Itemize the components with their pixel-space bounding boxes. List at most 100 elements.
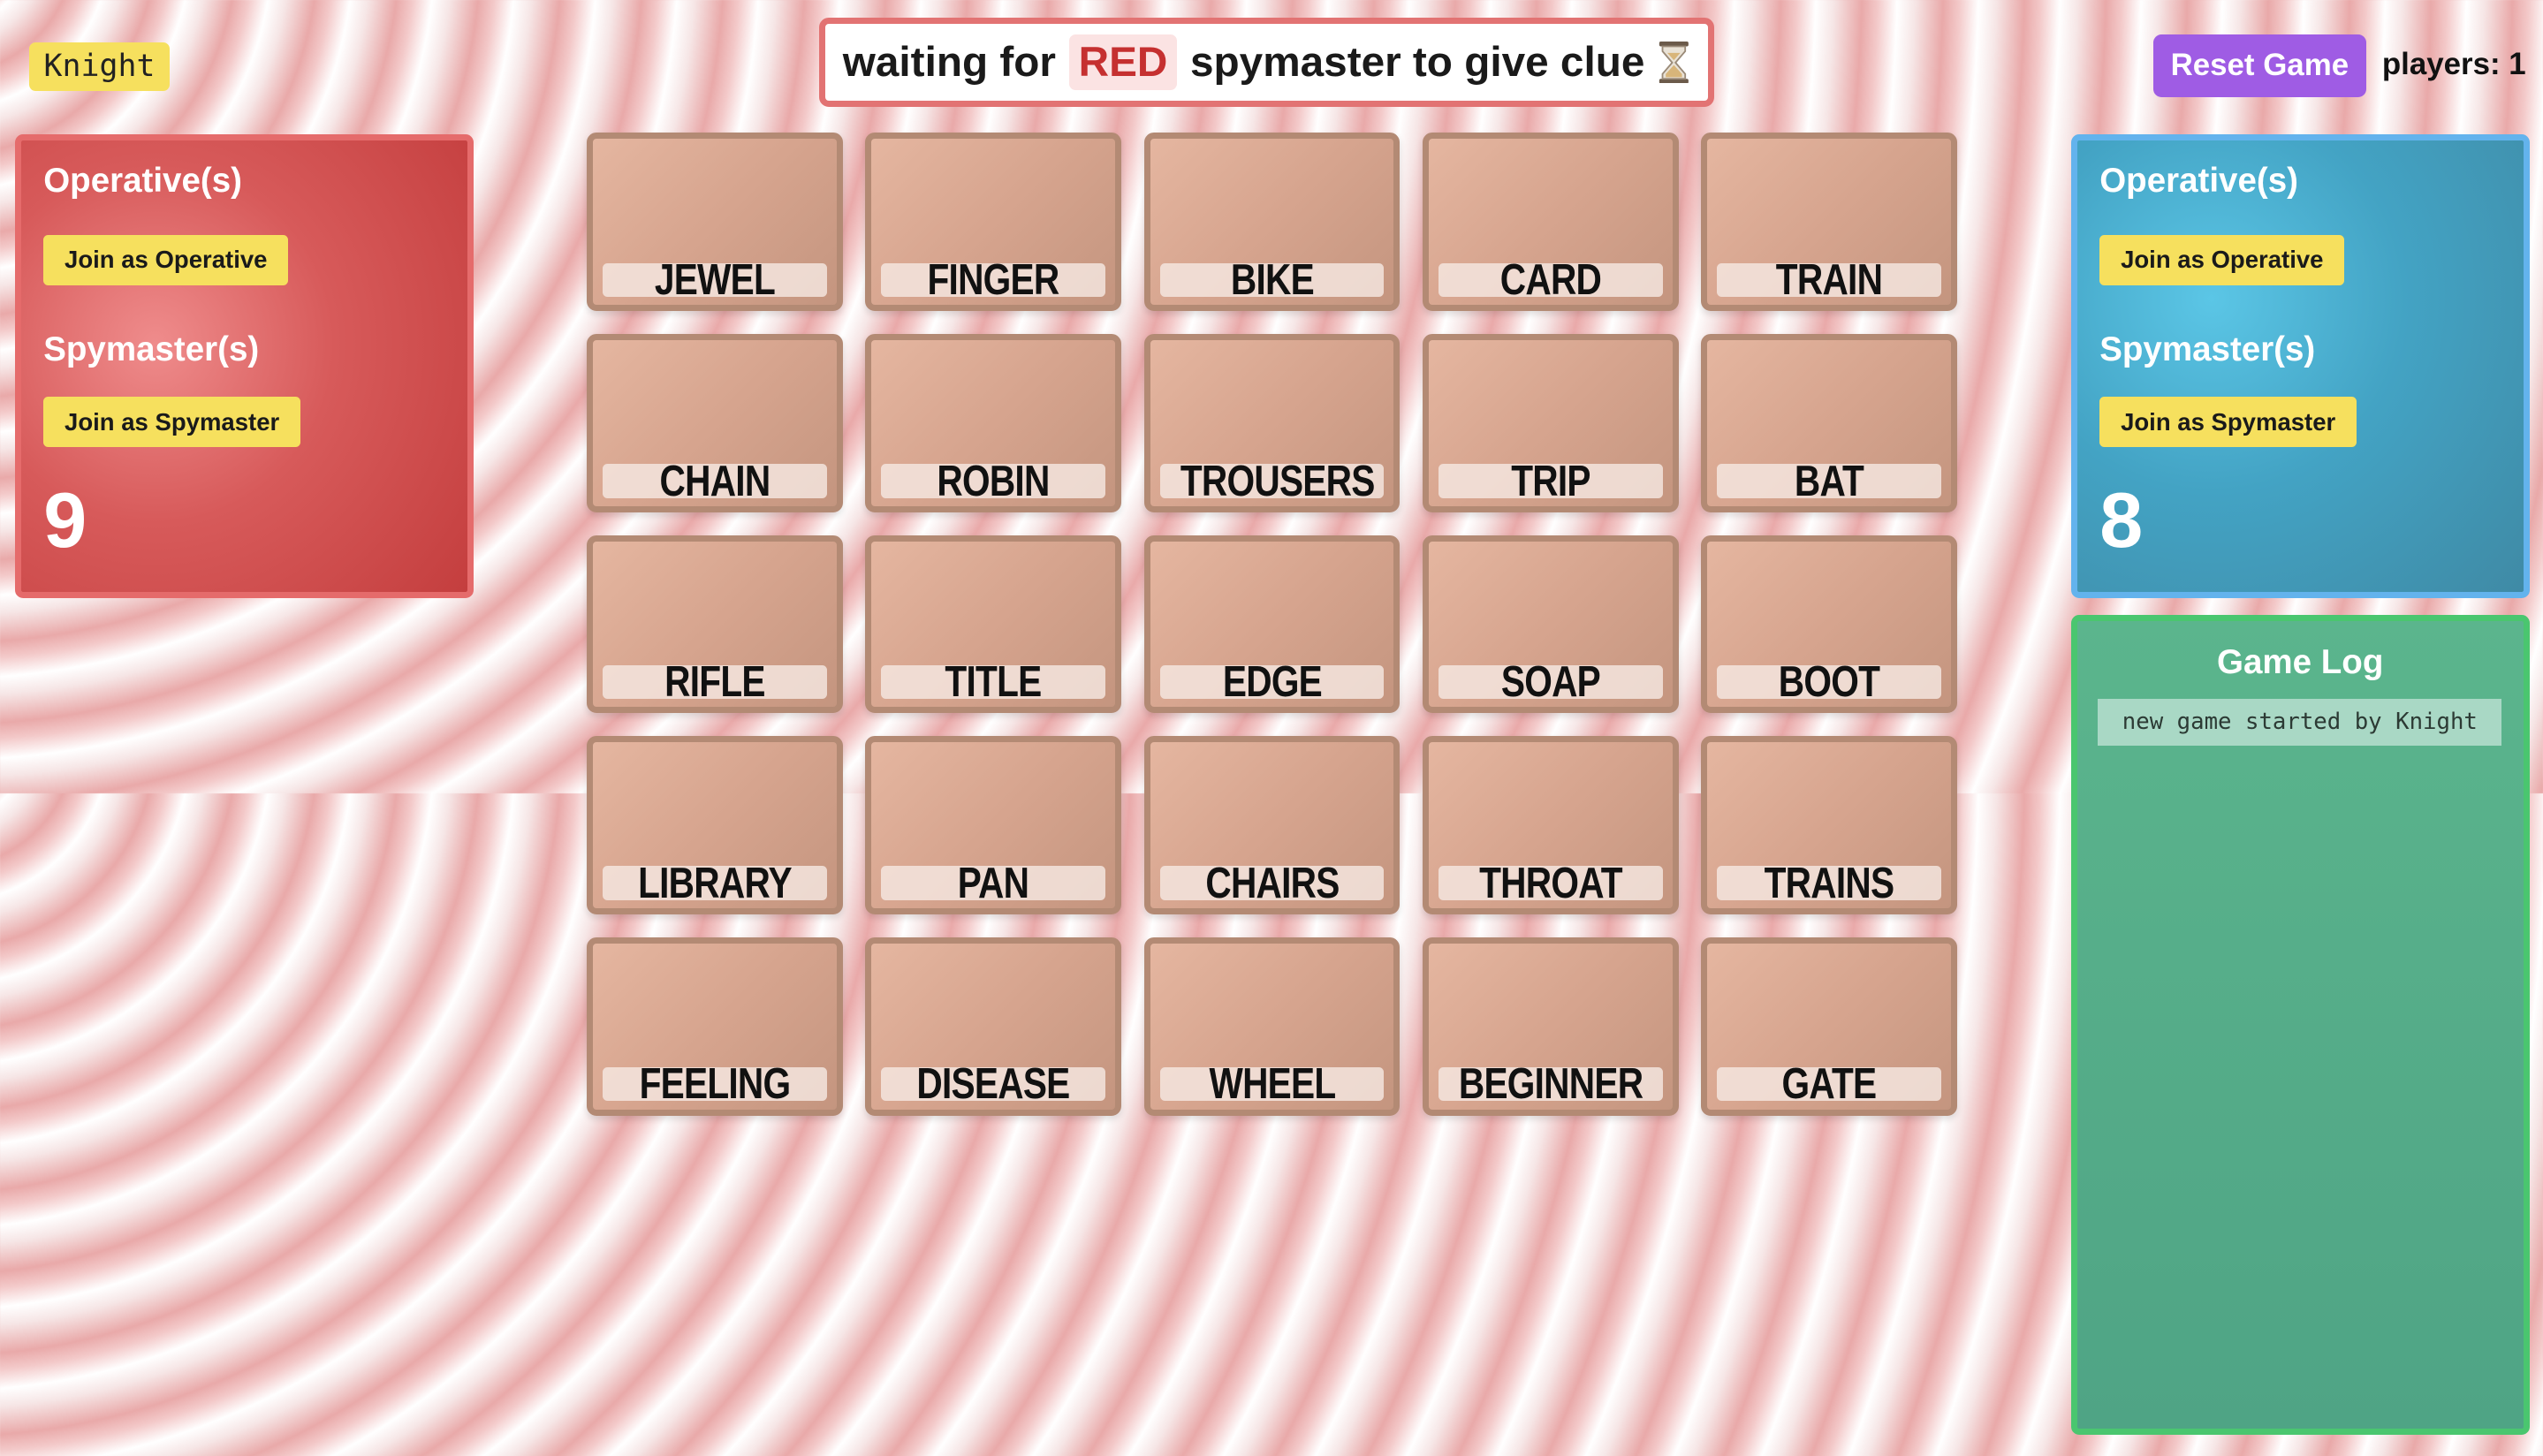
card-word: JEWEL	[655, 254, 776, 305]
word-label-plate: EDGE	[1159, 659, 1385, 703]
word-card-board: JEWEL FINGER BIKE CARD TRAIN CHAIN ROBIN…	[587, 133, 1957, 1116]
word-label-plate: DISEASE	[881, 1062, 1106, 1105]
card-word: WHEEL	[1209, 1058, 1336, 1109]
card-word: ROBIN	[937, 455, 1051, 505]
word-label-plate: BEGINNER	[1438, 1062, 1663, 1105]
card-word: DISEASE	[916, 1058, 1071, 1109]
card-word: BAT	[1794, 455, 1864, 505]
blue-operatives-heading: Operative(s)	[2099, 162, 2298, 201]
word-label-plate: BAT	[1716, 459, 1941, 502]
word-card[interactable]: GATE	[1700, 937, 1957, 1116]
card-word: TRAINS	[1764, 857, 1894, 907]
word-label-plate: BIKE	[1159, 257, 1385, 301]
word-label-plate: THROAT	[1438, 861, 1663, 905]
red-spymasters-heading: Spymaster(s)	[43, 330, 260, 369]
word-card[interactable]: TRAIN	[1700, 133, 1957, 312]
game-log-entry: new game started by Knight	[2098, 698, 2502, 746]
game-log-panel[interactable]: Game Log new game started by Knight	[2070, 614, 2530, 1436]
word-label-plate: ROBIN	[881, 459, 1106, 502]
card-word: FINGER	[927, 254, 1060, 305]
card-word: CHAIN	[659, 455, 771, 505]
card-word: BEGINNER	[1458, 1058, 1643, 1109]
card-word: RIFLE	[664, 656, 766, 707]
red-score: 9	[43, 475, 87, 564]
card-word: TRIP	[1510, 455, 1590, 505]
word-label-plate: TROUSERS	[1159, 459, 1385, 502]
word-label-plate: SOAP	[1438, 659, 1663, 703]
card-word: BIKE	[1230, 254, 1314, 305]
word-card[interactable]: CHAIRS	[1143, 736, 1401, 914]
red-team-panel: Operative(s) Join as Operative Spymaster…	[14, 134, 474, 599]
red-operatives-heading: Operative(s)	[43, 162, 242, 201]
codenames-app: Knight waiting for RED spymaster to give…	[0, 0, 2543, 1456]
word-label-plate: TRIP	[1438, 459, 1663, 502]
card-word: THROAT	[1478, 857, 1622, 907]
nickname-badge[interactable]: Knight	[29, 42, 170, 91]
word-card[interactable]: RIFLE	[587, 535, 844, 714]
word-label-plate: FINGER	[881, 257, 1106, 301]
card-word: TROUSERS	[1180, 455, 1375, 505]
word-card[interactable]: FINGER	[865, 133, 1122, 312]
word-label-plate: PAN	[881, 861, 1106, 905]
status-suffix: spymaster to give clue	[1190, 39, 1645, 87]
blue-spymasters-heading: Spymaster(s)	[2099, 330, 2316, 369]
word-card[interactable]: EDGE	[1143, 535, 1401, 714]
word-label-plate: CHAIN	[603, 459, 828, 502]
word-card[interactable]: TITLE	[865, 535, 1122, 714]
blue-join-operative-button[interactable]: Join as Operative	[2099, 234, 2345, 285]
players-count: players: 1	[2381, 47, 2526, 82]
word-card[interactable]: FEELING	[587, 937, 844, 1116]
status-prefix: waiting for	[842, 39, 1056, 87]
word-card[interactable]: BAT	[1700, 334, 1957, 512]
word-label-plate: BOOT	[1716, 659, 1941, 703]
word-label-plate: TRAIN	[1716, 257, 1941, 301]
word-card[interactable]: TROUSERS	[1143, 334, 1401, 512]
word-card[interactable]: PAN	[865, 736, 1122, 914]
word-label-plate: JEWEL	[603, 257, 828, 301]
word-label-plate: FEELING	[603, 1062, 828, 1105]
card-word: CARD	[1499, 254, 1601, 305]
card-word: LIBRARY	[638, 857, 793, 907]
word-card[interactable]: TRAINS	[1700, 736, 1957, 914]
blue-score: 8	[2099, 475, 2144, 564]
reset-game-button[interactable]: Reset Game	[2153, 34, 2366, 98]
card-word: CHAIRS	[1204, 857, 1340, 907]
word-label-plate: CARD	[1438, 257, 1663, 301]
word-label-plate: WHEEL	[1159, 1062, 1385, 1105]
blue-team-panel: Operative(s) Join as Operative Spymaster…	[2070, 134, 2530, 599]
card-word: GATE	[1781, 1058, 1877, 1109]
word-card[interactable]: THROAT	[1422, 736, 1679, 914]
word-label-plate: GATE	[1716, 1062, 1941, 1105]
card-word: EDGE	[1222, 656, 1322, 707]
word-card[interactable]: BOOT	[1700, 535, 1957, 714]
word-label-plate: RIFLE	[603, 659, 828, 703]
blue-join-spymaster-button[interactable]: Join as Spymaster	[2099, 397, 2357, 448]
word-card[interactable]: CARD	[1422, 133, 1679, 312]
red-join-operative-button[interactable]: Join as Operative	[43, 234, 289, 285]
word-card[interactable]: DISEASE	[865, 937, 1122, 1116]
card-word: SOAP	[1500, 656, 1601, 707]
word-card[interactable]: JEWEL	[587, 133, 844, 312]
word-card[interactable]: ROBIN	[865, 334, 1122, 512]
word-label-plate: TITLE	[881, 659, 1106, 703]
word-card[interactable]: CHAIN	[587, 334, 844, 512]
card-word: TRAIN	[1775, 254, 1882, 305]
card-word: PAN	[958, 857, 1029, 907]
word-card[interactable]: SOAP	[1422, 535, 1679, 714]
word-card[interactable]: TRIP	[1422, 334, 1679, 512]
word-label-plate: CHAIRS	[1159, 861, 1385, 905]
game-log-title: Game Log	[2217, 643, 2384, 682]
word-card[interactable]: WHEEL	[1143, 937, 1401, 1116]
word-card[interactable]: BIKE	[1143, 133, 1401, 312]
word-card[interactable]: BEGINNER	[1422, 937, 1679, 1116]
word-label-plate: LIBRARY	[603, 861, 828, 905]
card-word: BOOT	[1778, 656, 1879, 707]
status-team-name: RED	[1068, 34, 1178, 90]
red-join-spymaster-button[interactable]: Join as Spymaster	[43, 397, 301, 448]
card-word: TITLE	[945, 656, 1043, 707]
word-card[interactable]: LIBRARY	[587, 736, 844, 914]
word-label-plate: TRAINS	[1716, 861, 1941, 905]
hourglass-icon	[1658, 41, 1690, 84]
card-word: FEELING	[639, 1058, 792, 1109]
turn-status-banner: waiting for RED spymaster to give clue	[818, 18, 1714, 108]
